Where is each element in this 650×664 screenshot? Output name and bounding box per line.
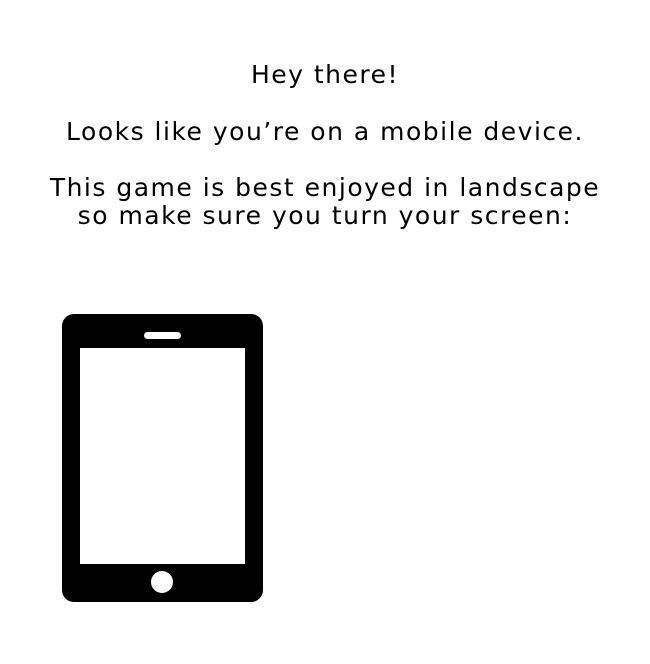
rotate-instruction-line-2: so make sure you turn your screen: (77, 201, 573, 230)
phone-portrait-icon (62, 314, 263, 602)
phone-speaker (144, 332, 181, 339)
rotate-instruction-line-1: This game is best enjoyed in landscape (49, 173, 601, 202)
phone-home-button (151, 571, 173, 593)
mobile-device-notice: Looks like you’re on a mobile device. (66, 117, 584, 146)
rotate-screen-instruction: This game is best enjoyed in landscape s… (0, 174, 650, 230)
phone-screen (80, 348, 245, 564)
greeting-text: Hey there! (250, 60, 400, 89)
